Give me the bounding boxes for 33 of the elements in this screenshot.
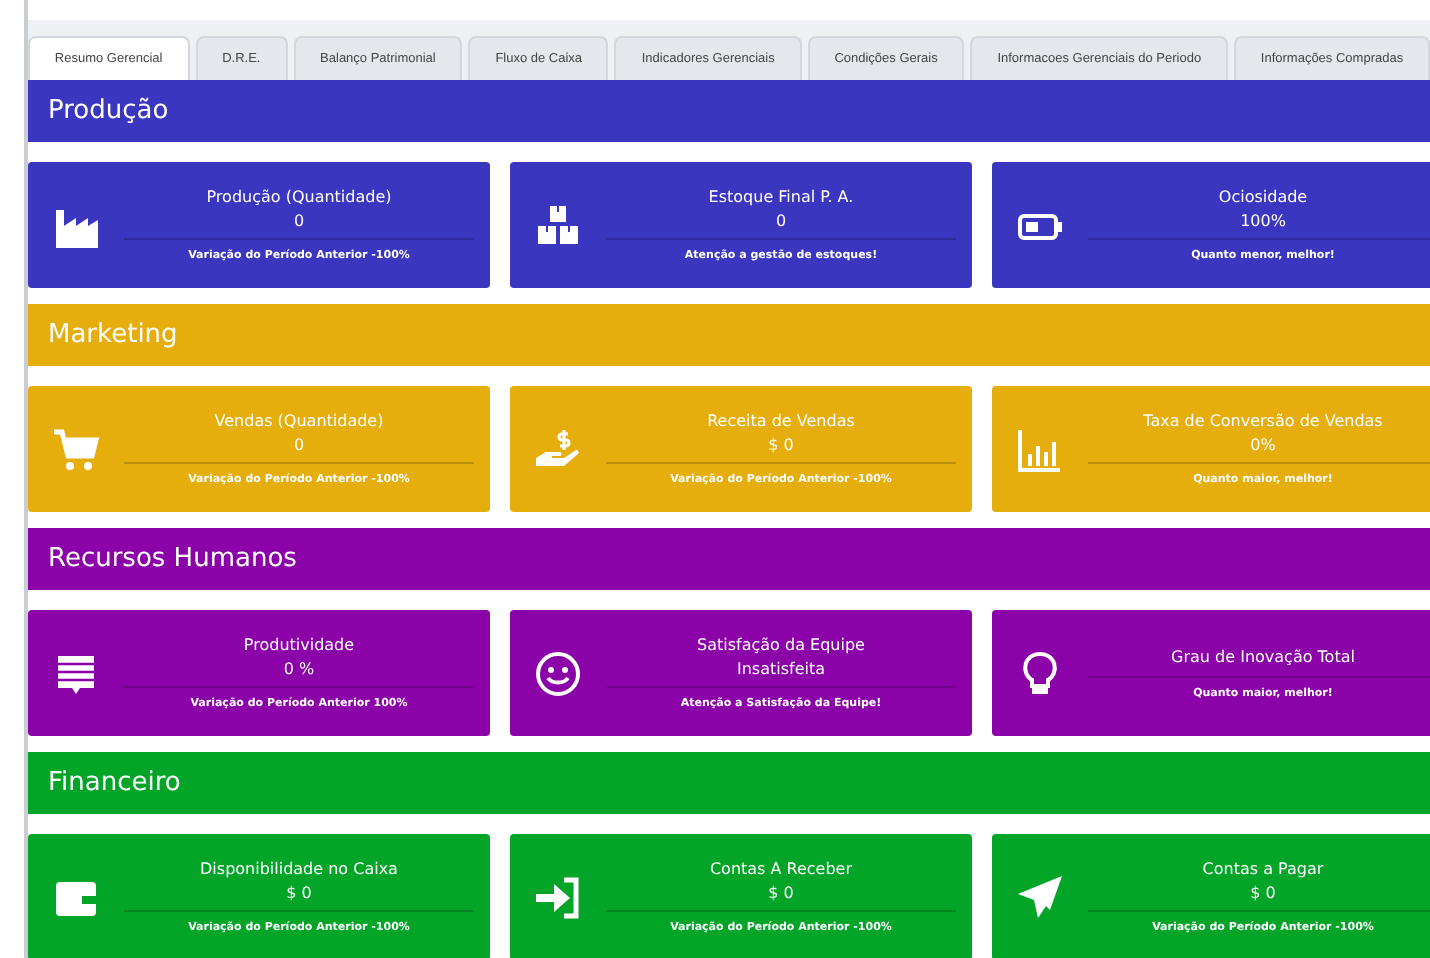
card-title: Vendas (Quantidade) [214, 412, 384, 430]
card-value: 100% [1240, 212, 1286, 230]
card-title: Receita de Vendas [707, 412, 855, 430]
section-title: Recursos Humanos [48, 544, 297, 574]
card-title: Produtividade [243, 636, 355, 654]
card-title: Contas a Pagar [1202, 860, 1324, 878]
card-value: 0 [775, 212, 787, 230]
card-title: Estoque Final P. A. [708, 188, 854, 206]
cart-icon [52, 425, 100, 473]
card-value: 0% [1250, 436, 1276, 454]
card-title: Taxa de Conversão de Vendas [1143, 412, 1383, 430]
section-title: Financeiro [48, 768, 181, 798]
card-title: Satisfação da Equipe [697, 636, 865, 654]
sign-in-icon [534, 873, 582, 921]
card-title: Disponibilidade no Caixa [200, 860, 398, 878]
card-title: Grau de Inovação Total [1171, 647, 1355, 665]
card-title: Produção (Quantidade) [206, 188, 392, 206]
paper-plane-icon [1016, 873, 1064, 921]
section-title: Marketing [48, 320, 178, 350]
card-title: Contas A Receber [709, 860, 853, 878]
section-title: Produção [48, 96, 169, 126]
card-value: Insatisfeita [736, 660, 826, 678]
card-value: $ 0 [1250, 884, 1276, 902]
bar-chart-icon [1016, 425, 1064, 473]
card-value: 0 % [283, 660, 315, 678]
card-title: Ociosidade [1218, 188, 1308, 206]
card-value: 0 [293, 212, 305, 230]
card-value: $ 0 [768, 436, 794, 454]
card-value: $ 0 [768, 884, 794, 902]
card-value: 0 [293, 436, 305, 454]
boxes-icon [534, 201, 582, 249]
card-value: $ 0 [286, 884, 312, 902]
smiley-icon [534, 649, 582, 697]
